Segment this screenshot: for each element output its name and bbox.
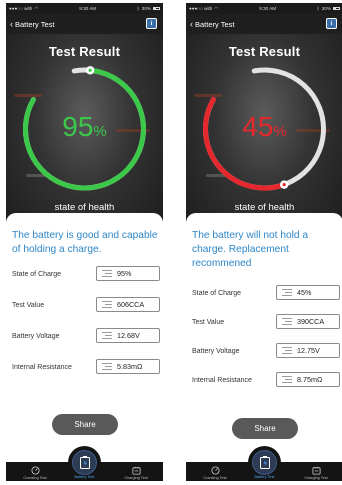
info-icon[interactable]: i	[326, 18, 337, 29]
sliders-icon	[102, 332, 112, 339]
carrier-label: ●●●○○ with	[9, 6, 33, 11]
status-bar: ●●●○○ with ◠ 9:30 AM ᛒ 30%	[186, 3, 342, 14]
sliders-icon	[102, 301, 112, 308]
battery-test-icon	[259, 455, 270, 469]
bluetooth-icon: ᛒ	[137, 6, 140, 11]
battery-icon	[332, 6, 340, 11]
battery-test-icon	[79, 455, 90, 469]
row-battery-voltage: Battery Voltage 12.75V	[192, 342, 340, 360]
gauge-knob-dot	[88, 68, 92, 72]
chevron-left-icon: ‹	[10, 18, 13, 29]
value-field: 390CCA	[276, 314, 340, 329]
gauge-knob-dot	[282, 183, 286, 187]
bluetooth-icon: ᛒ	[317, 6, 320, 11]
value-field: 95%	[96, 266, 160, 281]
result-panel: Test Result 95% state of health	[6, 34, 163, 234]
result-card: The battery is good and capable of holdi…	[6, 213, 163, 462]
share-button[interactable]: Share	[52, 414, 118, 435]
back-button[interactable]: ‹ Battery Test	[10, 18, 55, 29]
result-message: The battery will not hold a charge. Repl…	[192, 230, 309, 269]
charging-battery-icon	[131, 466, 141, 475]
sliders-icon	[282, 347, 292, 354]
battery-percent: 30%	[321, 6, 331, 11]
row-internal-resistance: Internal Resistance 8.75mΩ	[192, 371, 340, 389]
result-card: The battery will not hold a charge. Repl…	[186, 213, 342, 462]
value-field: 606CCA	[96, 297, 160, 312]
battery-percent: 30%	[141, 6, 151, 11]
value-field: 12.75V	[276, 343, 340, 358]
carrier-label: ●●●○○ with	[189, 6, 213, 11]
health-value: 95%	[62, 111, 107, 142]
tab-charging-test[interactable]: Charging Test	[296, 462, 336, 481]
result-title: Test Result	[48, 44, 121, 59]
tab-battery-test-label: Battery Test	[254, 475, 275, 479]
sliders-icon	[282, 376, 292, 383]
back-label: Battery Test	[15, 19, 55, 29]
phone-screen-bad: ●●●○○ with ◠ 9:30 AM ᛒ 30% ‹ Battery Tes…	[186, 3, 342, 481]
tab-cranking-test[interactable]: Cranking Test	[195, 462, 235, 481]
health-caption: state of health	[234, 202, 295, 213]
back-label: Battery Test	[195, 19, 235, 29]
result-panel: Test Result 45% state of health	[186, 34, 342, 234]
clock: 9:30 AM	[79, 6, 97, 11]
tab-bar: Cranking Test Battery Test Charging Test	[186, 446, 342, 481]
health-caption: state of health	[54, 202, 115, 213]
row-test-value: Test Value 606CCA	[12, 296, 160, 314]
wifi-icon: ◠	[214, 5, 219, 11]
nav-bar: ‹ Battery Test i	[6, 14, 163, 34]
tab-cranking-test[interactable]: Cranking Test	[15, 462, 55, 481]
sliders-icon	[282, 289, 292, 296]
value-field: 8.75mΩ	[276, 372, 340, 387]
chevron-left-icon: ‹	[190, 18, 193, 29]
tab-battery-test-label: Battery Test	[74, 475, 95, 479]
value-field: 12.68V	[96, 328, 160, 343]
result-message: The battery is good and capable of holdi…	[12, 230, 158, 255]
tab-bar: Cranking Test Battery Test Charging Test	[6, 446, 163, 481]
info-icon[interactable]: i	[146, 18, 157, 29]
charging-battery-icon	[311, 466, 321, 475]
value-field: 45%	[276, 285, 340, 300]
phone-screen-good: ●●●○○ with ◠ 9:30 AM ᛒ 30% ‹ Battery Tes…	[6, 3, 163, 481]
gauge-dial-icon	[30, 466, 40, 475]
sliders-icon	[282, 318, 292, 325]
sliders-icon	[102, 363, 112, 370]
clock: 9:30 AM	[259, 6, 277, 11]
tab-charging-test[interactable]: Charging Test	[116, 462, 156, 481]
row-battery-voltage: Battery Voltage 12.68V	[12, 327, 160, 345]
nav-bar: ‹ Battery Test i	[186, 14, 342, 34]
health-value: 45%	[242, 111, 287, 142]
share-button[interactable]: Share	[232, 418, 298, 439]
back-button[interactable]: ‹ Battery Test	[190, 18, 235, 29]
value-field: 5.83mΩ	[96, 359, 160, 374]
battery-icon	[152, 6, 160, 11]
gauge-dial-icon	[210, 466, 220, 475]
row-test-value: Test Value 390CCA	[192, 313, 340, 331]
sliders-icon	[102, 270, 112, 277]
row-state-of-charge: State of Charge 45%	[192, 284, 340, 302]
result-title: Test Result	[228, 44, 301, 59]
row-state-of-charge: State of Charge 95%	[12, 265, 160, 283]
row-internal-resistance: Internal Resistance 5.83mΩ	[12, 358, 160, 376]
status-bar: ●●●○○ with ◠ 9:30 AM ᛒ 30%	[6, 3, 163, 14]
wifi-icon: ◠	[34, 5, 39, 11]
